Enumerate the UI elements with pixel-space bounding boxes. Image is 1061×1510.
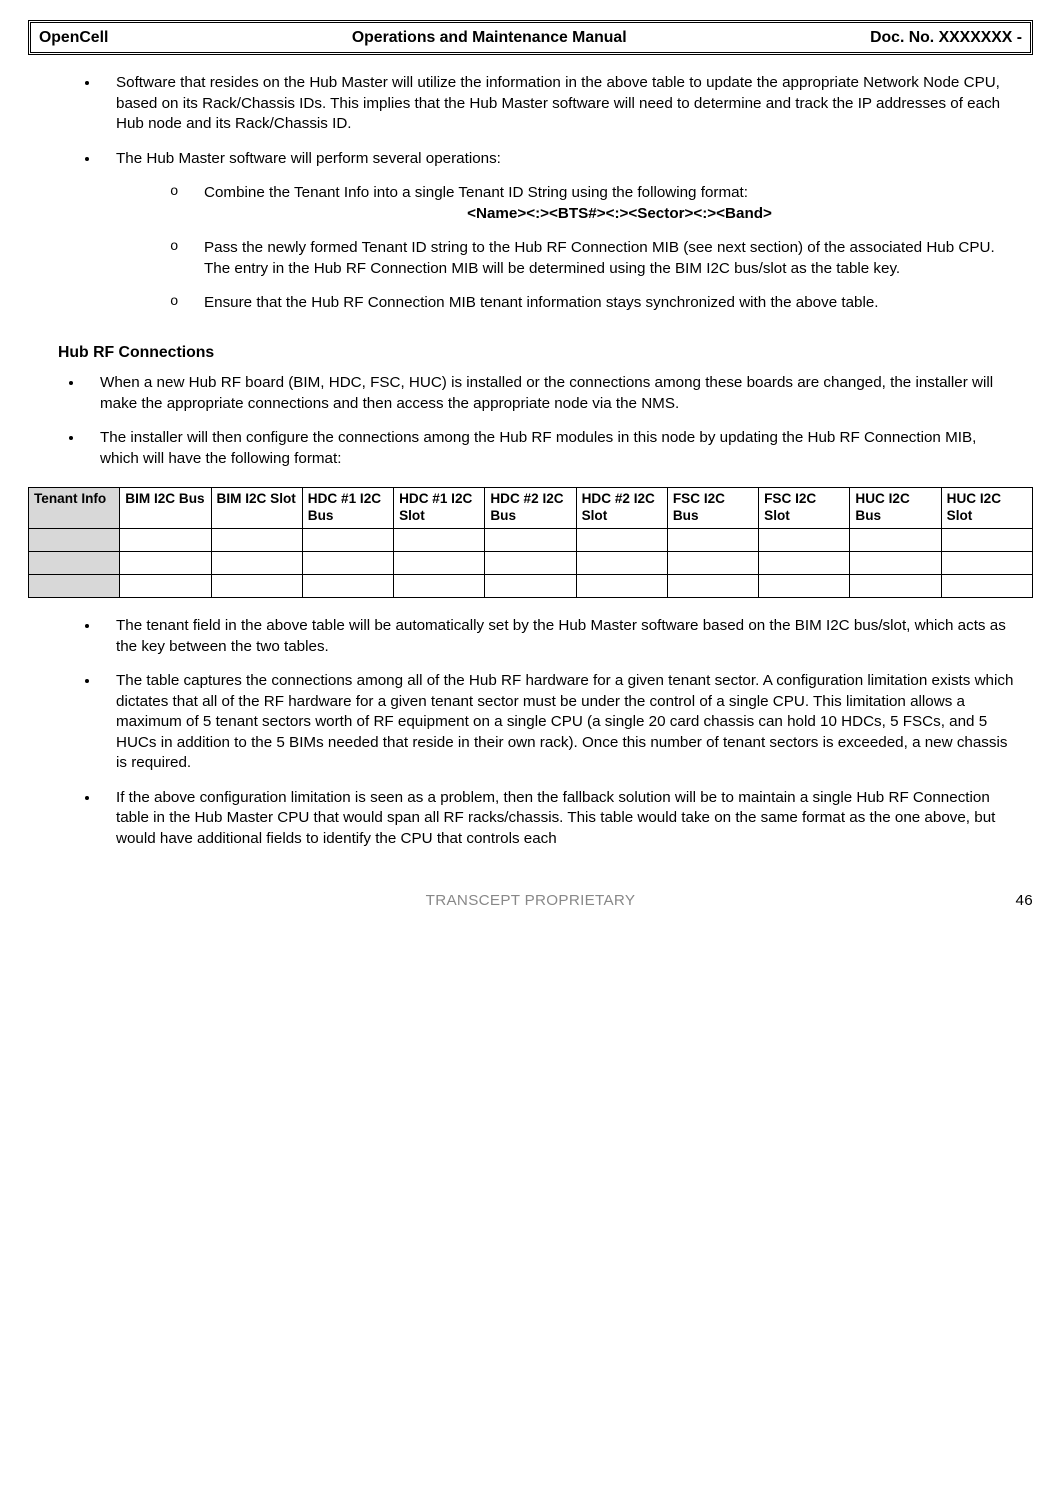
table-header-cell: HUC I2C Slot — [941, 488, 1032, 529]
page-number: 46 — [1016, 891, 1034, 912]
table-cell — [485, 529, 576, 552]
table-header-cell: HDC #1 I2C Slot — [394, 488, 485, 529]
header-right: Doc. No. XXXXXXX - — [870, 27, 1022, 48]
bullet-item: The Hub Master software will perform sev… — [100, 149, 1015, 314]
bottom-bullet-list: The tenant field in the above table will… — [28, 616, 1015, 849]
table-row — [29, 529, 1033, 552]
table-cell — [759, 529, 850, 552]
section-heading-hub-rf: Hub RF Connections — [58, 342, 1033, 363]
bullet-text: The Hub Master software will perform sev… — [116, 150, 501, 167]
table-header-cell: BIM I2C Slot — [211, 488, 302, 529]
bullet-item: The installer will then configure the co… — [84, 428, 1015, 469]
table-header-cell: HDC #2 I2C Slot — [576, 488, 667, 529]
table-cell — [211, 529, 302, 552]
bullet-item: The tenant field in the above table will… — [100, 616, 1015, 657]
page-footer: TRANSCEPT PROPRIETARY 46 — [28, 891, 1033, 912]
footer-center: TRANSCEPT PROPRIETARY — [426, 892, 636, 909]
table-cell — [576, 552, 667, 575]
header-left: OpenCell — [39, 27, 108, 48]
table-cell — [850, 575, 941, 598]
table-cell — [29, 529, 120, 552]
table-cell — [394, 552, 485, 575]
table-header-cell: HDC #1 I2C Bus — [302, 488, 393, 529]
table-header-cell: BIM I2C Bus — [120, 488, 211, 529]
table-cell — [120, 552, 211, 575]
table-cell — [941, 552, 1032, 575]
bullet-item: If the above configuration limitation is… — [100, 788, 1015, 850]
tenant-id-format: <Name><:><BTS#><:><Sector><:><Band> — [224, 204, 1015, 225]
table-cell — [485, 575, 576, 598]
page-header: OpenCell Operations and Maintenance Manu… — [28, 20, 1033, 55]
table-cell — [850, 552, 941, 575]
sub-bullet-item: Pass the newly formed Tenant ID string t… — [170, 238, 1015, 279]
sub-bullet-list: Combine the Tenant Info into a single Te… — [116, 183, 1015, 314]
mid-bullet-list: When a new Hub RF board (BIM, HDC, FSC, … — [28, 373, 1015, 469]
table-cell — [120, 529, 211, 552]
header-center: Operations and Maintenance Manual — [352, 27, 627, 48]
table-cell — [29, 575, 120, 598]
sub-bullet-item: Combine the Tenant Info into a single Te… — [170, 183, 1015, 224]
bullet-item: Software that resides on the Hub Master … — [100, 73, 1015, 135]
table-cell — [302, 552, 393, 575]
table-header-cell: FSC I2C Slot — [759, 488, 850, 529]
table-cell — [941, 529, 1032, 552]
table-header-cell: Tenant Info — [29, 488, 120, 529]
table-cell — [120, 575, 211, 598]
sub-bullet-text: Combine the Tenant Info into a single Te… — [204, 184, 748, 201]
table-cell — [211, 552, 302, 575]
table-cell — [759, 575, 850, 598]
table-cell — [302, 575, 393, 598]
table-cell — [667, 529, 758, 552]
table-cell — [759, 552, 850, 575]
table-cell — [394, 575, 485, 598]
table-cell — [667, 552, 758, 575]
hub-rf-connection-table: Tenant Info BIM I2C Bus BIM I2C Slot HDC… — [28, 487, 1033, 598]
table-header-cell: HUC I2C Bus — [850, 488, 941, 529]
table-cell — [302, 529, 393, 552]
top-bullet-list: Software that resides on the Hub Master … — [28, 73, 1015, 314]
table-cell — [941, 575, 1032, 598]
sub-bullet-item: Ensure that the Hub RF Connection MIB te… — [170, 293, 1015, 314]
table-cell — [211, 575, 302, 598]
table-header-cell: HDC #2 I2C Bus — [485, 488, 576, 529]
table-cell — [485, 552, 576, 575]
table-cell — [576, 575, 667, 598]
table-cell — [576, 529, 667, 552]
table-cell — [394, 529, 485, 552]
bullet-item: When a new Hub RF board (BIM, HDC, FSC, … — [84, 373, 1015, 414]
table-header-row: Tenant Info BIM I2C Bus BIM I2C Slot HDC… — [29, 488, 1033, 529]
table-row — [29, 552, 1033, 575]
table-cell — [667, 575, 758, 598]
table-cell — [29, 552, 120, 575]
table-cell — [850, 529, 941, 552]
bullet-item: The table captures the connections among… — [100, 671, 1015, 774]
table-header-cell: FSC I2C Bus — [667, 488, 758, 529]
table-row — [29, 575, 1033, 598]
